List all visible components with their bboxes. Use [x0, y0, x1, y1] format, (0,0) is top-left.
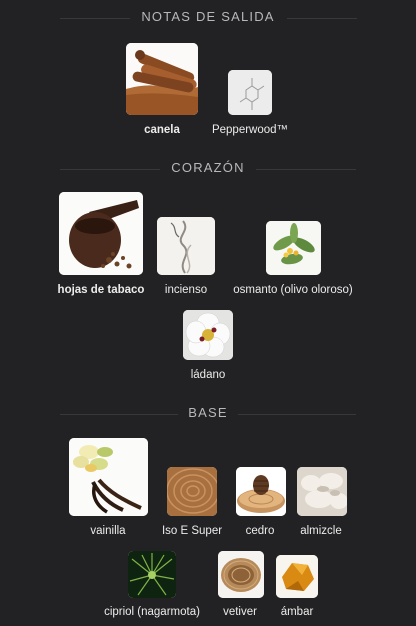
vanilla-icon — [69, 438, 148, 516]
divider — [256, 169, 356, 170]
section-header-top-notes: NOTAS DE SALIDA — [0, 9, 416, 29]
note-label: ámbar — [280, 606, 314, 618]
note-label: canela — [144, 124, 180, 136]
section-title: CORAZÓN — [171, 160, 245, 175]
cinnamon-icon — [126, 43, 198, 115]
section-title: NOTAS DE SALIDA — [141, 9, 275, 24]
note-label: incienso — [164, 284, 208, 296]
section-header-heart-notes: CORAZÓN — [0, 160, 416, 180]
divider — [287, 18, 357, 19]
molecule-icon — [228, 70, 272, 115]
note-label: almizcle — [300, 525, 342, 537]
note-label: Iso E Super — [161, 525, 223, 537]
osmanthus-icon — [266, 221, 321, 275]
tobacco-pipe-icon — [59, 192, 143, 275]
amber-icon — [276, 555, 318, 598]
note-label: ládano — [190, 369, 226, 381]
note-label: cipriol (nagarmota) — [104, 606, 200, 618]
vetiver-nest-icon — [218, 551, 264, 598]
cypriol-grass-icon — [128, 551, 176, 598]
note-label: cedro — [245, 525, 275, 537]
note-label: osmanto (olivo oloroso) — [233, 284, 353, 296]
note-label: vainilla — [90, 525, 126, 537]
cistus-flower-icon — [183, 310, 233, 360]
note-label: hojas de tabaco — [57, 284, 145, 296]
musk-fur-icon — [297, 467, 347, 516]
note-label: vetiver — [223, 606, 257, 618]
section-header-base-notes: BASE — [0, 405, 416, 425]
divider — [238, 414, 356, 415]
section-title: BASE — [188, 405, 228, 420]
cedar-cone-icon — [236, 467, 286, 516]
note-label: Pepperwood™ — [211, 124, 289, 136]
incense-smoke-icon — [157, 217, 215, 275]
wood-grain-icon — [167, 467, 217, 516]
